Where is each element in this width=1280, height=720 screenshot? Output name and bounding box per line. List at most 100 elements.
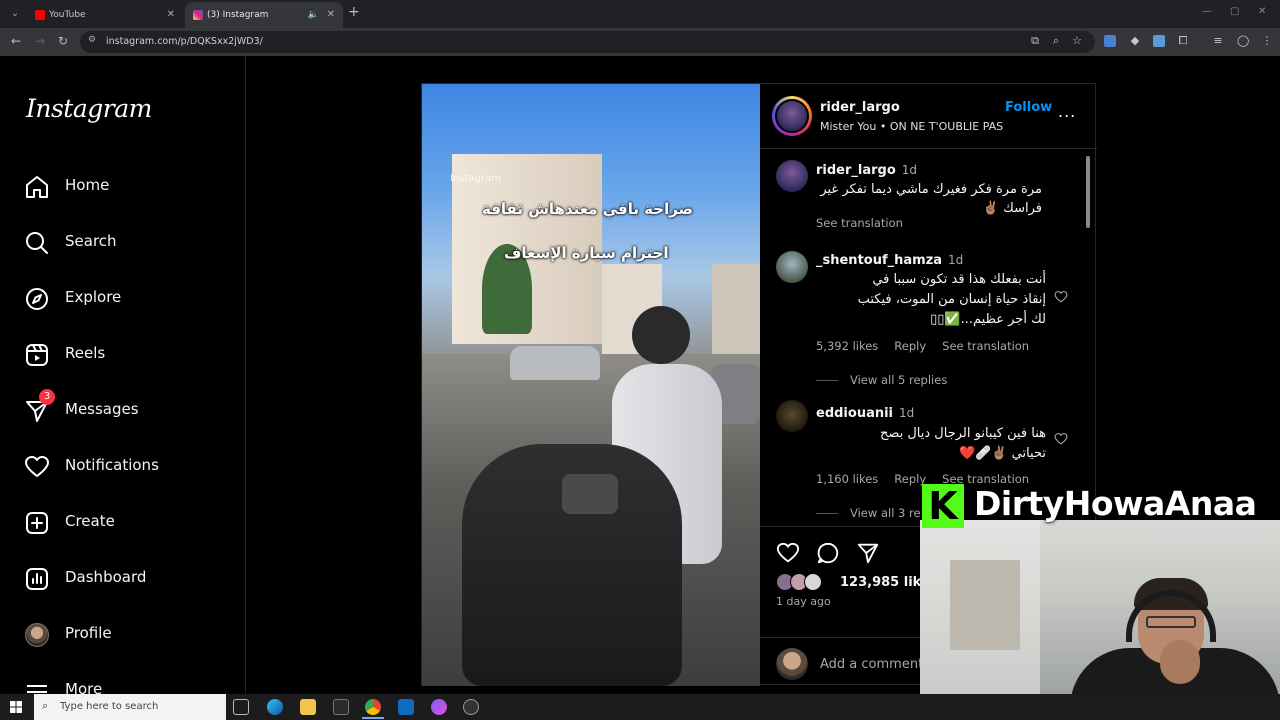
nav-profile[interactable]: Profile <box>24 620 224 650</box>
forward-button[interactable]: → <box>35 34 45 48</box>
task-view-icon[interactable] <box>233 699 249 715</box>
obs-icon[interactable] <box>463 699 479 715</box>
author-avatar[interactable] <box>772 96 812 136</box>
windows-start-icon[interactable] <box>10 701 22 713</box>
file-explorer-icon[interactable] <box>300 699 316 715</box>
url-text: instagram.com/p/DQKSxx2jWD3/ <box>106 36 263 47</box>
outlook-icon[interactable] <box>398 699 414 715</box>
active-app-indicator <box>362 717 384 719</box>
maximize-icon[interactable]: ▢ <box>1230 6 1239 17</box>
dashboard-icon <box>26 568 48 590</box>
comment-text-line: أنت بفعلك هذا قد تكون سببا في <box>872 272 1046 287</box>
tab-instagram[interactable]: (3) Instagram 🔈 ✕ <box>185 2 343 28</box>
menu-icon <box>27 685 47 693</box>
instagram-logo[interactable]: Instagram <box>26 94 152 123</box>
comment-avatar[interactable] <box>776 251 808 283</box>
share-send-icon[interactable] <box>856 541 880 565</box>
comment-avatar[interactable] <box>776 400 808 432</box>
profile-icon[interactable]: ◯ <box>1237 35 1249 47</box>
zoom-icon[interactable]: ⌕ <box>1050 35 1062 47</box>
kick-brand-overlay: K DirtyHowaAnaa <box>922 484 1280 530</box>
nav-reels[interactable]: Reels <box>24 340 224 370</box>
extension-icon[interactable]: ◆ <box>1129 35 1141 47</box>
windows-taskbar: ⌕ Type here to search <box>0 694 1280 720</box>
follow-button[interactable]: Follow <box>1005 100 1052 115</box>
comment-avatar[interactable] <box>776 160 808 192</box>
taskbar-search-input[interactable]: ⌕ Type here to search <box>34 694 226 720</box>
motorcycle-dashboard <box>562 474 618 514</box>
tab-youtube[interactable]: YouTube ✕ <box>27 2 183 28</box>
address-bar[interactable]: ⚙ instagram.com/p/DQKSxx2jWD3/ <box>80 31 1095 53</box>
taskbar-search-placeholder: Type here to search <box>60 701 159 712</box>
app-icon[interactable] <box>431 699 447 715</box>
audio-label[interactable]: Mister You • ON NE T'OUBLIE PAS <box>820 120 1003 133</box>
post-timestamp: 1 day ago <box>776 595 831 608</box>
nav-label: Explore <box>65 288 122 306</box>
minimize-icon[interactable]: — <box>1202 6 1212 17</box>
close-tab-icon[interactable]: ✕ <box>327 2 335 28</box>
like-heart-icon[interactable] <box>776 541 800 565</box>
comment-username[interactable]: rider_largo 1d <box>816 163 917 178</box>
liker-avatar <box>804 573 822 591</box>
streamer-hand <box>1160 640 1200 684</box>
nav-create[interactable]: Create <box>24 508 224 538</box>
like-comment-heart-icon[interactable] <box>1054 432 1068 446</box>
install-app-icon[interactable]: ⧉ <box>1029 35 1041 47</box>
post-video[interactable]: Instagram صراحة باقي معندهاش ثقافة احترا… <box>422 84 760 686</box>
store-icon[interactable] <box>333 699 349 715</box>
add-comment-input[interactable]: Add a comment <box>820 657 923 672</box>
rider-helmet <box>632 306 690 364</box>
nav-search[interactable]: Search <box>24 228 224 258</box>
comment-time: 1d <box>901 163 918 177</box>
nav-more[interactable]: More <box>24 676 224 694</box>
reading-list-icon[interactable]: ≡ <box>1212 35 1224 47</box>
comment-likes[interactable]: 5,392 likes <box>816 339 878 353</box>
speaker-icon[interactable]: 🔈 <box>308 2 319 28</box>
nav-label: Notifications <box>65 456 159 474</box>
kebab-menu-icon[interactable]: ⋮ <box>1261 35 1273 47</box>
instagram-favicon-icon <box>193 10 203 20</box>
puzzle-extensions-icon[interactable]: ⧠ <box>1177 35 1189 47</box>
nav-messages[interactable]: 3 Messages <box>24 389 224 426</box>
like-comment-heart-icon[interactable] <box>1054 290 1068 304</box>
back-button[interactable]: ← <box>11 34 21 48</box>
comment-username[interactable]: eddiouanii 1d <box>816 406 914 421</box>
nav-label: More <box>65 680 103 694</box>
shelf <box>950 560 1020 650</box>
bookmark-star-icon[interactable]: ☆ <box>1071 35 1083 47</box>
nav-dashboard[interactable]: Dashboard <box>24 564 224 594</box>
comment-username[interactable]: _shentouf_hamza 1d <box>816 253 963 268</box>
comment-bubble-icon[interactable] <box>816 541 840 565</box>
browser-tab-bar: ⌄ YouTube ✕ (3) Instagram 🔈 ✕ + — ▢ ✕ <box>0 0 1280 28</box>
webcam-overlay <box>920 520 1280 694</box>
reply-button[interactable]: Reply <box>894 339 926 353</box>
site-info-icon[interactable]: ⚙ <box>88 35 100 47</box>
tab-search-icon[interactable]: ⌄ <box>6 5 24 23</box>
comments-list: rider_largo 1d مرة مرة فكر فغيرك ماشي ديم… <box>760 150 1097 526</box>
close-window-icon[interactable]: ✕ <box>1258 6 1266 17</box>
translate-extension-icon[interactable] <box>1104 35 1116 47</box>
view-replies-button[interactable]: View all 5 replies <box>816 373 947 387</box>
new-tab-button[interactable]: + <box>348 4 360 20</box>
nav-label: Home <box>65 176 110 194</box>
nav-home[interactable]: Home <box>24 172 224 202</box>
more-options-button[interactable]: ... <box>1058 102 1076 121</box>
search-icon: ⌕ <box>42 699 49 712</box>
see-translation-link[interactable]: See translation <box>816 216 903 230</box>
view-replies-button[interactable]: View all 3 re <box>816 506 921 520</box>
close-tab-icon[interactable]: ✕ <box>167 2 175 28</box>
comments-scrollbar[interactable] <box>1084 150 1092 524</box>
author-username[interactable]: rider_largo <box>820 100 900 115</box>
comment-likes[interactable]: 1,160 likes <box>816 472 878 486</box>
edge-browser-icon[interactable] <box>267 699 283 715</box>
extension-icon[interactable] <box>1153 35 1165 47</box>
comment-time: 1d <box>899 406 915 420</box>
nav-explore[interactable]: Explore <box>24 284 224 314</box>
comment-text-line: إنقاذ حياة إنسان من الموت، فيكتب <box>857 292 1046 307</box>
reload-button[interactable]: ↻ <box>58 34 68 48</box>
chrome-icon[interactable] <box>365 699 381 715</box>
compass-icon <box>26 288 48 310</box>
browser-toolbar: ← → ↻ ⚙ instagram.com/p/DQKSxx2jWD3/ ⧉ ⌕… <box>0 28 1280 56</box>
see-translation-link[interactable]: See translation <box>942 339 1029 353</box>
nav-notifications[interactable]: Notifications <box>24 452 224 482</box>
